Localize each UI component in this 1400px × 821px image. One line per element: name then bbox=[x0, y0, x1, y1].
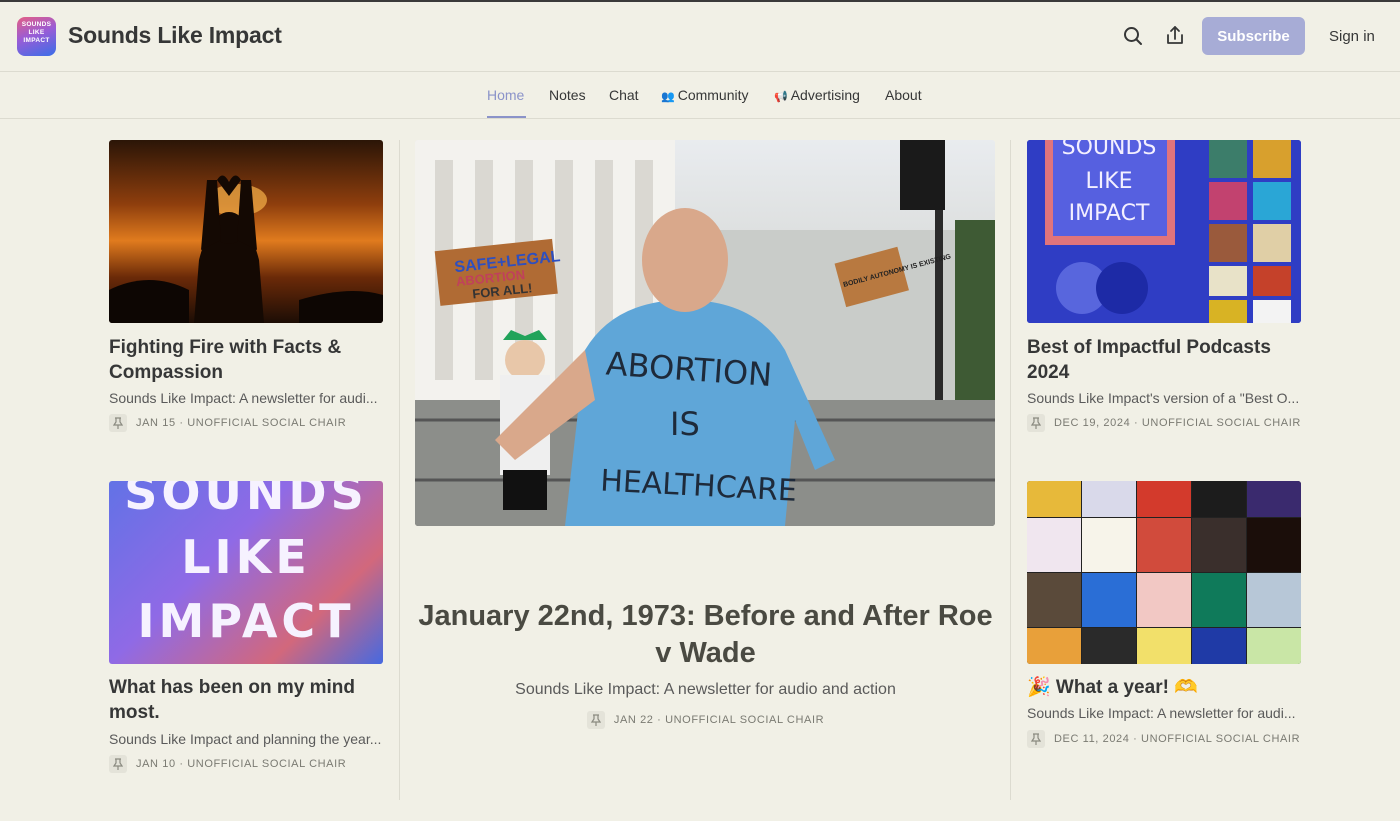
post-title-best-podcasts[interactable]: Best of Impactful Podcasts 2024 bbox=[1027, 335, 1307, 385]
share-icon[interactable] bbox=[1163, 24, 1187, 48]
image-text-impact: IMPACT bbox=[137, 594, 355, 648]
column-divider-left bbox=[399, 140, 400, 800]
people-icon: 👥 bbox=[661, 91, 675, 103]
collage-text-sounds: SOUNDS bbox=[1062, 140, 1157, 160]
post-subtitle-fighting-fire: Sounds Like Impact: A newsletter for aud… bbox=[109, 390, 378, 406]
post-meta-fighting-fire: JAN 15 · UNOFFICIAL SOCIAL CHAIR bbox=[109, 414, 346, 432]
podcast-collage-image: SOUNDS LIKE IMPACT bbox=[1027, 140, 1301, 323]
author-avatar-icon[interactable] bbox=[109, 755, 127, 773]
author-avatar-icon[interactable] bbox=[1027, 414, 1045, 432]
podcast-covers-grid-image bbox=[1027, 481, 1301, 664]
site-header: SOUNDS LIKE IMPACT Sounds Like Impact Su… bbox=[0, 2, 1400, 72]
nav-active-indicator bbox=[487, 116, 526, 118]
post-title-what-a-year[interactable]: 🎉 What a year! 🫶 bbox=[1027, 675, 1307, 700]
nav-tab-advertising[interactable]: 📢 Advertising bbox=[774, 87, 860, 103]
main-nav: Home Notes Chat 👥 Community 📢 Advertising … bbox=[0, 73, 1400, 119]
post-meta-best-podcasts: DEC 19, 2024 · UNOFFICIAL SOCIAL CHAIR bbox=[1027, 414, 1301, 432]
featured-post-image[interactable]: SAFE+LEGAL ABORTION FOR ALL! BODILY AUTO… bbox=[415, 140, 995, 526]
collage-text-like: LIKE bbox=[1085, 169, 1132, 194]
post-meta-text: DEC 11, 2024 · UNOFFICIAL SOCIAL CHAIR bbox=[1054, 733, 1301, 745]
post-meta-text: JAN 22 · UNOFFICIAL SOCIAL CHAIR bbox=[613, 714, 825, 726]
nav-tab-chat[interactable]: Chat bbox=[609, 87, 639, 103]
post-meta-on-my-mind: JAN 10 · UNOFFICIAL SOCIAL CHAIR bbox=[109, 755, 346, 773]
collage-text-impact: IMPACT bbox=[1069, 201, 1150, 226]
post-image-best-podcasts[interactable]: SOUNDS LIKE IMPACT bbox=[1027, 140, 1301, 323]
megaphone-icon: 📢 bbox=[774, 91, 788, 103]
author-avatar-icon[interactable] bbox=[109, 414, 127, 432]
nav-tab-community-label: Community bbox=[677, 87, 749, 103]
post-title-fighting-fire[interactable]: Fighting Fire with Facts & Compassion bbox=[109, 335, 389, 385]
featured-post-subtitle: Sounds Like Impact: A newsletter for aud… bbox=[515, 681, 896, 698]
sign-in-link[interactable]: Sign in bbox=[1329, 28, 1375, 45]
image-text-sounds: SOUNDS bbox=[124, 481, 368, 520]
image-text-like: LIKE bbox=[181, 530, 311, 584]
post-subtitle-on-my-mind: Sounds Like Impact and planning the year… bbox=[109, 731, 382, 747]
post-subtitle-best-podcasts: Sounds Like Impact's version of a "Best … bbox=[1027, 390, 1300, 406]
shirt-text-is: IS bbox=[670, 405, 700, 443]
nav-tab-advertising-label: Advertising bbox=[790, 87, 860, 103]
post-image-what-a-year[interactable] bbox=[1027, 481, 1301, 664]
post-meta-what-a-year: DEC 11, 2024 · UNOFFICIAL SOCIAL CHAIR bbox=[1027, 730, 1300, 748]
post-image-on-my-mind[interactable]: SOUNDS LIKE IMPACT bbox=[109, 481, 383, 664]
sunset-hands-heart-image bbox=[109, 175, 383, 323]
post-meta-text: JAN 10 · UNOFFICIAL SOCIAL CHAIR bbox=[136, 758, 347, 770]
post-meta-text: DEC 19, 2024 · UNOFFICIAL SOCIAL CHAIR bbox=[1054, 417, 1301, 429]
search-icon[interactable] bbox=[1121, 24, 1145, 48]
subscribe-button[interactable]: Subscribe bbox=[1202, 17, 1305, 55]
post-image-fighting-fire[interactable] bbox=[109, 140, 383, 323]
post-meta-text: JAN 15 · UNOFFICIAL SOCIAL CHAIR bbox=[136, 417, 347, 429]
featured-post-meta: JAN 22 · UNOFFICIAL SOCIAL CHAIR bbox=[416, 711, 995, 729]
author-avatar-icon[interactable] bbox=[1027, 730, 1045, 748]
featured-post-title[interactable]: January 22nd, 1973: Before and After Roe… bbox=[416, 598, 995, 672]
site-title[interactable]: Sounds Like Impact bbox=[68, 22, 282, 49]
nav-tab-about[interactable]: About bbox=[885, 87, 922, 103]
protest-photo-image: SAFE+LEGAL ABORTION FOR ALL! BODILY AUTO… bbox=[415, 140, 995, 526]
post-subtitle-what-a-year: Sounds Like Impact: A newsletter for aud… bbox=[1027, 705, 1296, 721]
column-divider-right bbox=[1010, 140, 1011, 800]
nav-tab-notes[interactable]: Notes bbox=[549, 87, 586, 103]
author-avatar-icon[interactable] bbox=[586, 711, 605, 729]
post-title-on-my-mind[interactable]: What has been on my mind most. bbox=[109, 675, 389, 725]
nav-tab-home[interactable]: Home bbox=[487, 87, 524, 103]
nav-tab-community[interactable]: 👥 Community bbox=[661, 87, 749, 103]
site-logo[interactable]: SOUNDS LIKE IMPACT bbox=[17, 17, 56, 56]
